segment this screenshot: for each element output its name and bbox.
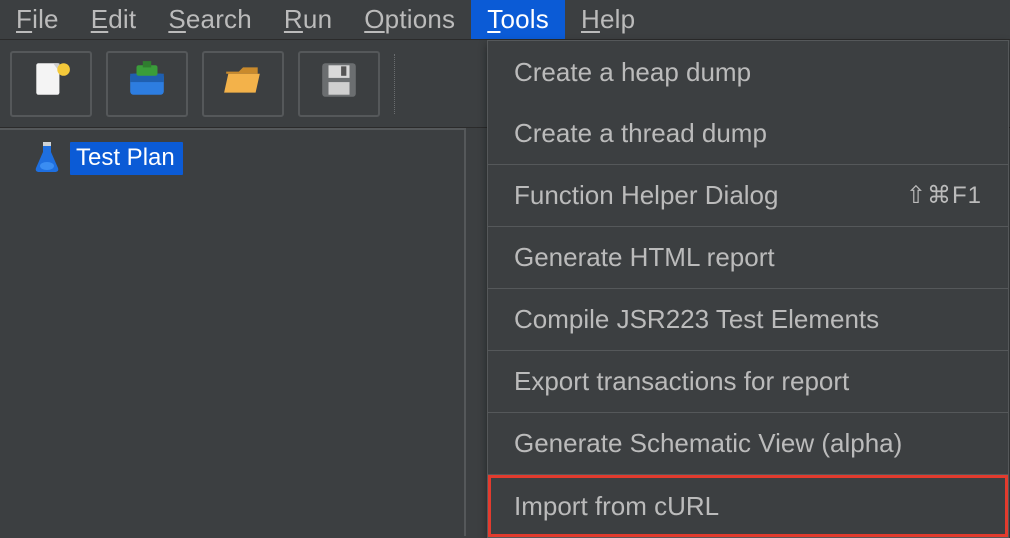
menu-search[interactable]: Search (152, 0, 268, 39)
folder-open-icon (222, 59, 264, 108)
menu-run[interactable]: Run (268, 0, 348, 39)
menu-edit[interactable]: Edit (75, 0, 153, 39)
tools-item-label: Create a thread dump (514, 118, 767, 149)
save-button[interactable] (298, 51, 380, 117)
menu-options[interactable]: Options (348, 0, 471, 39)
open-template-button[interactable] (106, 51, 188, 117)
tools-item-shortcut: ⇧⌘F1 (906, 181, 982, 210)
tools-item-export-transactions[interactable]: Export transactions for report (488, 351, 1008, 413)
tree-panel[interactable]: Test Plan (0, 128, 466, 536)
toolbox-icon (126, 59, 168, 108)
new-file-icon (30, 59, 72, 108)
tree-root-label: Test Plan (70, 142, 183, 175)
tools-item-label: Create a heap dump (514, 57, 751, 88)
tools-item-compile-jsr223[interactable]: Compile JSR223 Test Elements (488, 289, 1008, 351)
tools-item-label: Function Helper Dialog (514, 180, 778, 211)
tools-item-label: Compile JSR223 Test Elements (514, 304, 879, 335)
menu-file[interactable]: File (0, 0, 75, 39)
tools-item-label: Import from cURL (514, 491, 719, 522)
tools-item-function-helper[interactable]: Function Helper Dialog ⇧⌘F1 (488, 165, 1008, 227)
tools-item-heap-dump[interactable]: Create a heap dump (488, 41, 1008, 103)
tools-dropdown: Create a heap dump Create a thread dump … (487, 40, 1009, 538)
menu-help[interactable]: Help (565, 0, 651, 39)
tools-item-label: Export transactions for report (514, 366, 849, 397)
save-icon (318, 59, 360, 108)
tools-item-label: Generate Schematic View (alpha) (514, 428, 902, 459)
tools-item-generate-html[interactable]: Generate HTML report (488, 227, 1008, 289)
menubar: File Edit Search Run Options Tools Help (0, 0, 1010, 40)
tools-item-schematic-view[interactable]: Generate Schematic View (alpha) (488, 413, 1008, 475)
tools-item-label: Generate HTML report (514, 242, 775, 273)
new-file-button[interactable] (10, 51, 92, 117)
toolbar-divider (394, 54, 396, 114)
menu-tools[interactable]: Tools (471, 0, 565, 39)
tree-root-row[interactable]: Test Plan (0, 138, 464, 178)
tools-item-import-curl[interactable]: Import from cURL (488, 475, 1008, 537)
open-button[interactable] (202, 51, 284, 117)
flask-icon (34, 142, 60, 174)
tools-item-thread-dump[interactable]: Create a thread dump (488, 103, 1008, 165)
